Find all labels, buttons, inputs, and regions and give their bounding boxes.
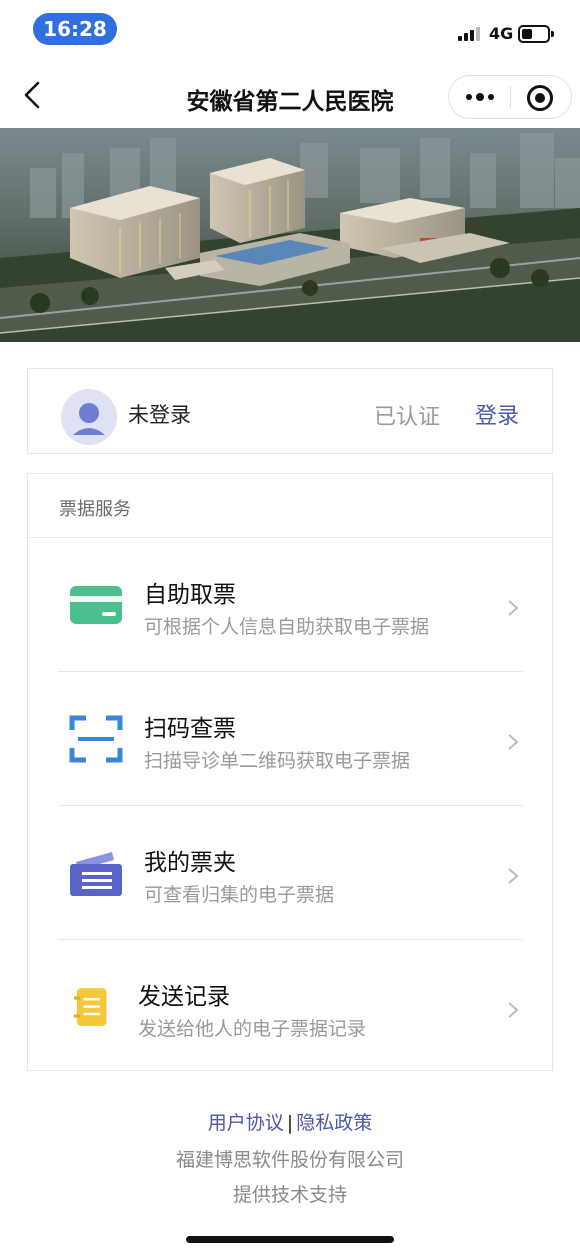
user-avatar-icon [73,403,105,435]
hospital-banner-image [0,128,580,342]
network-label: 4G [489,24,514,43]
status-bar: 16:28 4G [0,0,580,60]
wallet-icon [70,852,122,896]
card-icon [70,586,122,624]
nav-bar: 安徽省第二人民医院 [0,62,580,128]
record-icon [73,988,107,1026]
service-description: 可查看归集的电子票据 [144,884,335,906]
mini-program-capsule [448,75,572,119]
footer-links: 用户协议 | 隐私政策 [0,1108,580,1135]
service-description: 扫描导诊单二维码获取电子票据 [144,750,411,772]
more-options-icon[interactable] [449,76,511,118]
chevron-right-icon [508,734,519,750]
user-agreement-link[interactable]: 用户协议 [208,1112,284,1134]
login-button[interactable]: 登录 [475,398,519,430]
footer-separator: | [286,1112,294,1134]
service-item-my-wallet[interactable]: 我的票夹 可查看归集的电子票据 [28,806,552,940]
status-time: 16:28 [33,13,117,45]
chevron-right-icon [508,1002,519,1018]
service-item-self-pickup[interactable]: 自助取票 可根据个人信息自助获取电子票据 [28,538,552,672]
service-title: 扫码查票 [144,716,236,742]
back-arrow-icon[interactable] [16,78,50,112]
footer-company: 福建博思软件股份有限公司 [175,1149,404,1171]
scan-icon [69,715,123,763]
section-title: 票据服务 [59,499,131,520]
chevron-right-icon [508,600,519,616]
footer-support: 提供技术支持 [232,1184,347,1206]
battery-icon [518,25,554,43]
service-item-scan-query[interactable]: 扫码查票 扫描导诊单二维码获取电子票据 [28,672,552,806]
chevron-right-icon [508,868,519,884]
page-title: 安徽省第二人民医院 [186,89,394,115]
privacy-policy-link[interactable]: 隐私政策 [296,1112,372,1134]
verification-status: 已认证 [374,405,441,430]
service-title: 自助取票 [144,582,236,608]
close-program-icon[interactable] [527,85,553,111]
service-description: 可根据个人信息自助获取电子票据 [144,616,430,638]
signal-icon [458,27,482,41]
avatar [61,389,117,445]
ticket-services-card: 票据服务 自助取票 可根据个人信息自助获取电子票据 扫码查票 扫描导诊单二维码获… [27,473,553,1071]
service-title: 发送记录 [138,984,230,1010]
home-indicator [186,1236,394,1243]
service-description: 发送给他人的电子票据记录 [138,1018,367,1040]
user-name: 未登录 [128,403,191,427]
user-card: 未登录 已认证 登录 [27,368,553,454]
service-item-send-records[interactable]: 发送记录 发送给他人的电子票据记录 [28,940,552,1074]
service-title: 我的票夹 [144,850,236,876]
section-header: 票据服务 [28,474,552,538]
